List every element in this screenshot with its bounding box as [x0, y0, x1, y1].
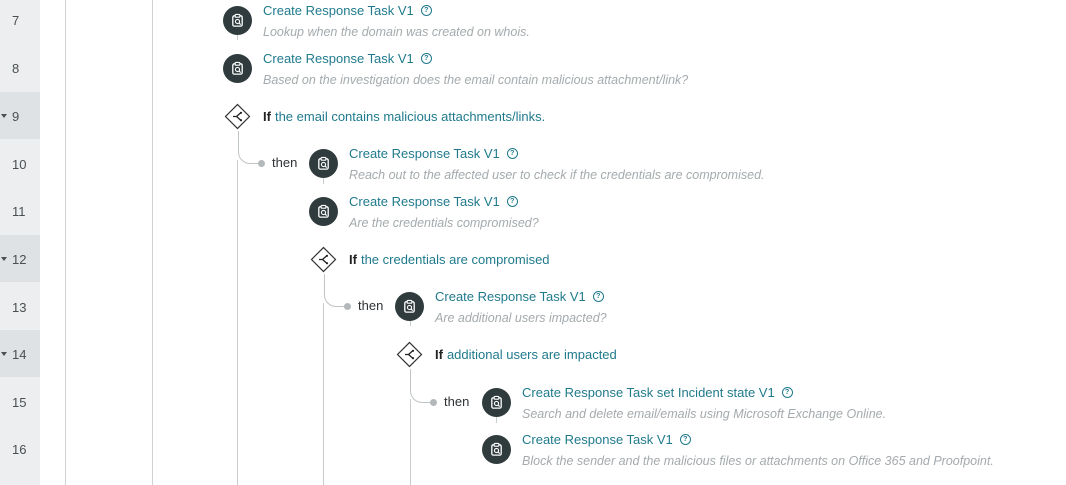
- task-description: Search and delete email/emails using Mic…: [522, 407, 887, 421]
- task-description: Lookup when the domain was created on wh…: [263, 25, 530, 39]
- task-description: Block the sender and the malicious files…: [522, 454, 994, 468]
- line-number-row: 15: [0, 378, 40, 425]
- line-number: 11: [12, 204, 26, 219]
- line-number-row[interactable]: 9: [0, 92, 40, 139]
- clipboard-task-icon[interactable]: [309, 197, 338, 226]
- task-description: Reach out to the affected user to check …: [349, 168, 765, 182]
- task-title-row[interactable]: Create Response Task V1?: [522, 432, 691, 447]
- fold-toggle-icon[interactable]: [1, 114, 7, 118]
- indent-guide-line: [65, 0, 66, 485]
- line-number-row: 10: [0, 140, 40, 187]
- if-keyword: If: [435, 347, 443, 362]
- then-branch-connector: [238, 131, 259, 164]
- if-keyword: If: [349, 252, 357, 267]
- help-circle-icon[interactable]: ?: [420, 5, 432, 16]
- condition-label: the credentials are compromised: [360, 252, 550, 267]
- line-number: 14: [12, 347, 27, 362]
- help-circle-icon[interactable]: ?: [592, 291, 604, 302]
- line-number-row: 8: [0, 44, 40, 91]
- if-keyword: If: [263, 109, 271, 124]
- task-title-row[interactable]: Create Response Task V1?: [349, 194, 518, 209]
- line-number: 16: [12, 442, 27, 457]
- line-number: 8: [12, 61, 20, 76]
- help-circle-icon[interactable]: ?: [506, 196, 518, 207]
- line-number: 13: [12, 300, 27, 315]
- then-branch-dot: [344, 303, 351, 310]
- line-number-row[interactable]: 14: [0, 330, 40, 377]
- branch-diamond-icon[interactable]: [309, 245, 338, 274]
- help-circle-icon[interactable]: ?: [781, 387, 793, 398]
- branch-trunk-line: [237, 160, 238, 485]
- help-circle-icon[interactable]: ?: [506, 148, 518, 159]
- task-title[interactable]: Create Response Task V1: [263, 3, 414, 18]
- branch-trunk-line: [410, 399, 411, 485]
- help-circle-icon[interactable]: ?: [420, 53, 432, 64]
- task-title[interactable]: Create Response Task V1: [522, 432, 673, 447]
- then-branch-connector: [324, 274, 345, 307]
- then-branch-dot: [430, 399, 437, 406]
- fold-toggle-icon[interactable]: [1, 257, 7, 261]
- line-number-gutter: 7 8 9 10 11 12 13 14 15 16: [0, 0, 40, 485]
- task-title[interactable]: Create Response Task V1: [349, 194, 500, 209]
- line-number: 12: [12, 252, 27, 267]
- line-number-row: 11: [0, 187, 40, 234]
- connector-line: [496, 416, 497, 423]
- then-label: then: [444, 394, 470, 409]
- condition-label: additional users are impacted: [446, 347, 617, 362]
- fold-toggle-icon[interactable]: [1, 352, 7, 356]
- task-description: Are additional users impacted?: [435, 311, 607, 325]
- connector-line: [323, 177, 324, 184]
- line-number: 15: [12, 395, 27, 410]
- line-number-row: 16: [0, 425, 40, 472]
- branch-trunk-line: [323, 303, 324, 485]
- line-number: 7: [12, 13, 20, 28]
- line-number-row: 7: [0, 0, 40, 47]
- clipboard-task-icon[interactable]: [223, 6, 252, 35]
- task-title-row[interactable]: Create Response Task V1?: [349, 146, 518, 161]
- branch-diamond-icon[interactable]: [395, 340, 424, 369]
- then-label: then: [358, 298, 384, 313]
- task-title[interactable]: Create Response Task set Incident state …: [522, 385, 775, 400]
- then-branch-dot: [258, 160, 265, 167]
- branch-diamond-icon[interactable]: [223, 102, 252, 131]
- line-number: 10: [12, 157, 27, 172]
- task-title[interactable]: Create Response Task V1: [349, 146, 500, 161]
- task-description: Are the credentials compromised?: [349, 216, 539, 230]
- clipboard-task-icon[interactable]: [395, 292, 424, 321]
- then-branch-connector: [410, 369, 431, 403]
- condition-text[interactable]: If the email contains malicious attachmen…: [263, 109, 545, 124]
- line-number-row: 13: [0, 283, 40, 330]
- line-number-row[interactable]: 12: [0, 235, 40, 282]
- clipboard-task-icon[interactable]: [309, 149, 338, 178]
- task-title-row[interactable]: Create Response Task V1?: [263, 51, 432, 66]
- condition-text[interactable]: If additional users are impacted: [435, 347, 617, 362]
- condition-label: the email contains malicious attachments…: [274, 109, 546, 124]
- help-circle-icon[interactable]: ?: [679, 434, 691, 445]
- task-title[interactable]: Create Response Task V1: [435, 289, 586, 304]
- task-title-row[interactable]: Create Response Task V1?: [435, 289, 604, 304]
- task-title[interactable]: Create Response Task V1: [263, 51, 414, 66]
- then-label: then: [272, 155, 298, 170]
- condition-text[interactable]: If the credentials are compromised: [349, 252, 550, 267]
- task-title-row[interactable]: Create Response Task set Incident state …: [522, 385, 793, 400]
- task-title-row[interactable]: Create Response Task V1?: [263, 3, 432, 18]
- line-number: 9: [12, 109, 20, 124]
- clipboard-task-icon[interactable]: [482, 388, 511, 417]
- indent-guide-line: [152, 0, 153, 485]
- task-description: Based on the investigation does the emai…: [263, 73, 689, 87]
- clipboard-task-icon[interactable]: [482, 435, 511, 464]
- clipboard-task-icon[interactable]: [223, 54, 252, 83]
